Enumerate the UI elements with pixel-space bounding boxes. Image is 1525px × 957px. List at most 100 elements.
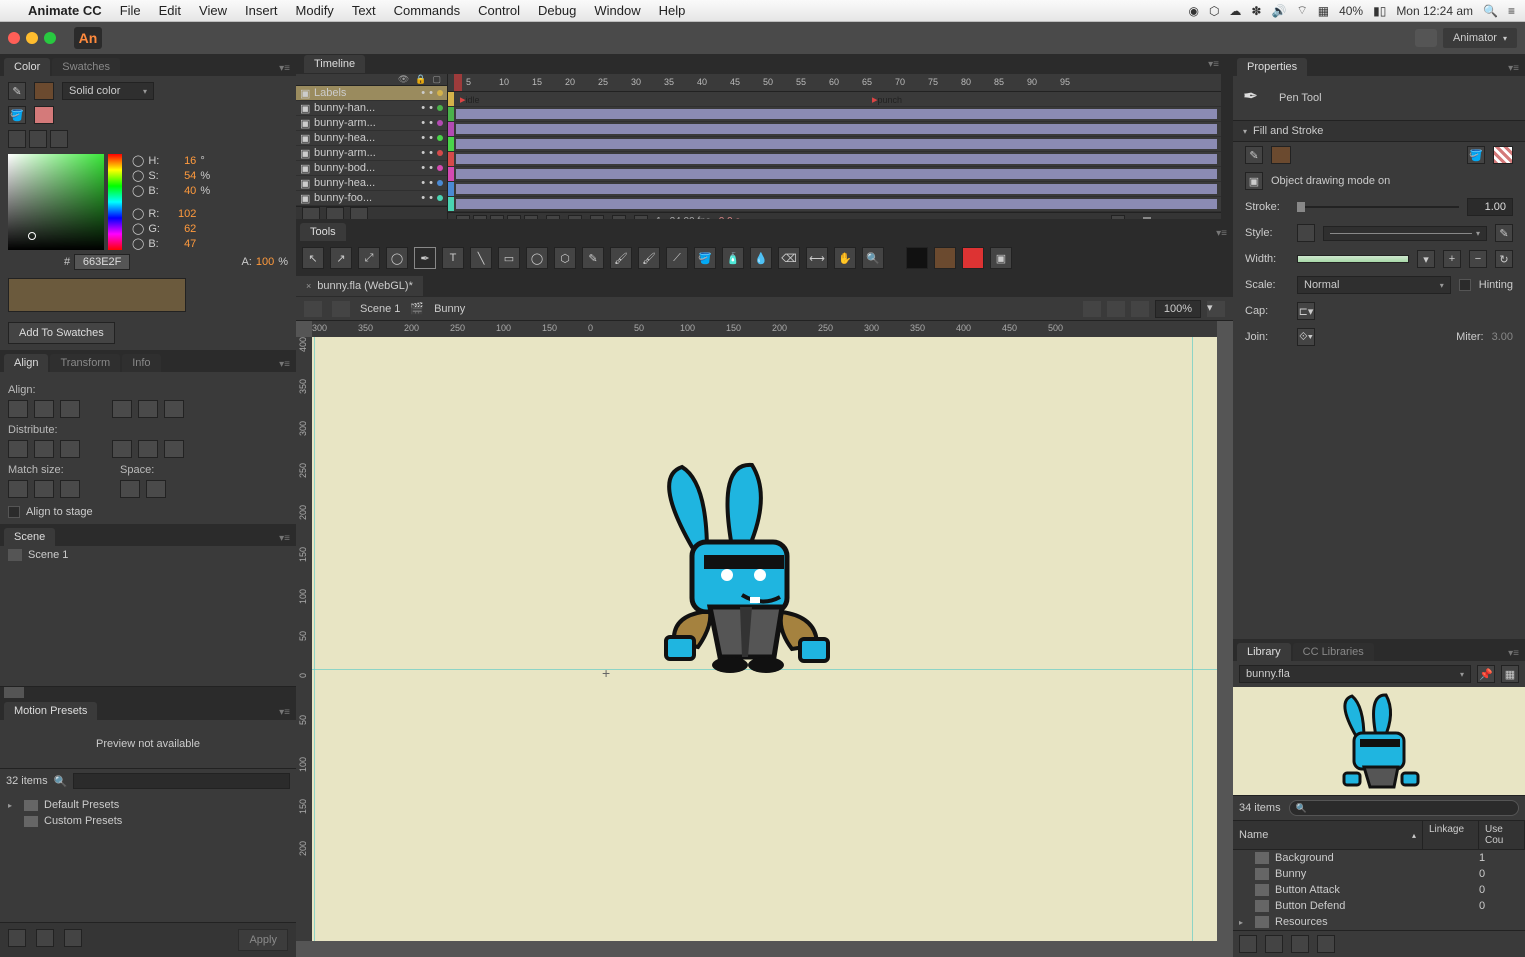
app-menu[interactable]: Animate CC xyxy=(28,3,102,18)
vertical-ruler[interactable]: 40035030025020015010050050100150200 xyxy=(296,337,312,941)
properties-panel-menu[interactable]: ▾≡ xyxy=(1502,61,1525,76)
control-icon[interactable]: ▦ xyxy=(1318,4,1329,18)
add-to-swatches-button[interactable]: Add To Swatches xyxy=(8,322,115,344)
menu-icon[interactable]: ≡ xyxy=(1508,4,1515,18)
scene-scrollbar[interactable] xyxy=(0,686,296,698)
color-type-dropdown[interactable]: Solid color xyxy=(62,82,154,100)
fill-prop-icon[interactable]: 🪣 xyxy=(1467,146,1485,164)
loop-icon[interactable] xyxy=(546,215,560,220)
dist-top-icon[interactable] xyxy=(8,440,28,458)
markers-icon[interactable] xyxy=(634,215,648,220)
edit-multi-icon[interactable] xyxy=(612,215,626,220)
timeline-track[interactable] xyxy=(448,152,1221,167)
timeline-track[interactable] xyxy=(448,107,1221,122)
library-col-name[interactable]: Name▴ xyxy=(1233,821,1423,849)
fill-prop-swatch[interactable] xyxy=(1493,146,1513,164)
bri-value[interactable]: 40 xyxy=(166,185,196,197)
close-tab-icon[interactable]: × xyxy=(306,281,311,291)
dist-right-icon[interactable] xyxy=(164,440,184,458)
space-v-icon[interactable] xyxy=(120,480,140,498)
tab-swatches[interactable]: Swatches xyxy=(52,58,120,76)
lasso-tool-icon[interactable]: ◯ xyxy=(386,247,408,269)
wifi-icon[interactable]: ⌔ xyxy=(1296,3,1307,18)
align-bottom-icon[interactable] xyxy=(164,400,184,418)
fill-color-tool[interactable] xyxy=(934,247,956,269)
step-back-icon[interactable] xyxy=(473,215,487,220)
swap-colors-icon[interactable] xyxy=(50,130,68,148)
dist-bottom-icon[interactable] xyxy=(60,440,80,458)
align-right-icon[interactable] xyxy=(60,400,80,418)
stage-color-icon[interactable] xyxy=(1107,301,1125,317)
symbol-properties-icon[interactable] xyxy=(1291,935,1309,953)
timeline-layer[interactable]: ▣Labels•• xyxy=(296,86,447,101)
dist-left-icon[interactable] xyxy=(112,440,132,458)
onion-outline-icon[interactable] xyxy=(590,215,604,220)
menu-edit[interactable]: Edit xyxy=(159,3,181,18)
tab-properties[interactable]: Properties xyxy=(1237,58,1307,76)
tab-info[interactable]: Info xyxy=(122,354,160,372)
hex-input[interactable] xyxy=(74,254,130,270)
match-height-icon[interactable] xyxy=(34,480,54,498)
back-icon[interactable] xyxy=(304,301,322,317)
preset-search-input[interactable] xyxy=(73,773,290,789)
cloud-icon[interactable]: ☁ xyxy=(1229,4,1241,18)
zoom-level[interactable]: 100% xyxy=(1155,300,1201,318)
guide-line[interactable] xyxy=(1192,337,1193,941)
fill-color-icon[interactable]: 🪣 xyxy=(8,106,26,124)
align-hcenter-icon[interactable] xyxy=(34,400,54,418)
preset-folder-custom[interactable]: Custom Presets xyxy=(8,813,288,829)
no-color-icon[interactable] xyxy=(29,130,47,148)
guide-line[interactable] xyxy=(314,337,315,941)
timeline-layer[interactable]: ▣bunny-foo...•• xyxy=(296,191,447,206)
align-vcenter-icon[interactable] xyxy=(138,400,158,418)
workspace-switcher[interactable]: Animator▾ xyxy=(1443,28,1517,48)
swap-color-tool[interactable] xyxy=(962,247,984,269)
timeline-track[interactable] xyxy=(448,137,1221,152)
library-item[interactable]: ▸Resources xyxy=(1233,914,1525,930)
timeline-panel-menu[interactable]: ▾≡ xyxy=(1202,57,1225,72)
align-stage-checkbox[interactable] xyxy=(8,506,20,518)
center-stage-icon[interactable] xyxy=(1131,301,1149,317)
width-remove-icon[interactable]: − xyxy=(1469,250,1487,268)
pen-tool-icon[interactable]: ✒ xyxy=(414,247,436,269)
library-item[interactable]: Button Attack0 xyxy=(1233,882,1525,898)
tab-timeline[interactable]: Timeline xyxy=(304,55,365,73)
timeline-layer[interactable]: ▣bunny-bod...•• xyxy=(296,161,447,176)
horizontal-ruler[interactable]: 3003502002501001500501001502002503003504… xyxy=(312,321,1217,337)
tab-color[interactable]: Color xyxy=(4,58,50,76)
text-tool-icon[interactable]: T xyxy=(442,247,464,269)
paint-brush-tool-icon[interactable]: 🖌 xyxy=(638,247,660,269)
timeline-layer[interactable]: ▣bunny-hea...•• xyxy=(296,176,447,191)
tab-library[interactable]: Library xyxy=(1237,643,1291,661)
match-both-icon[interactable] xyxy=(60,480,80,498)
preset-folder-default[interactable]: ▸ Default Presets xyxy=(8,797,288,813)
green-value[interactable]: 62 xyxy=(166,223,196,235)
hue-value[interactable]: 16 xyxy=(166,155,196,167)
match-width-icon[interactable] xyxy=(8,480,28,498)
timeline-layer[interactable]: ▣bunny-hea...•• xyxy=(296,131,447,146)
goto-first-icon[interactable] xyxy=(456,215,470,220)
new-folder-icon[interactable] xyxy=(36,929,54,947)
width-tool-icon[interactable]: ⟷ xyxy=(806,247,828,269)
step-fwd-icon[interactable] xyxy=(507,215,521,220)
style-brush-icon[interactable] xyxy=(1297,224,1315,242)
new-symbol-icon[interactable] xyxy=(1239,935,1257,953)
current-frame[interactable]: 1 xyxy=(656,216,662,219)
timeline-track[interactable] xyxy=(448,197,1221,212)
outline-column-icon[interactable]: ▢ xyxy=(432,74,441,85)
delete-preset-icon[interactable] xyxy=(64,929,82,947)
blue-value[interactable]: 47 xyxy=(166,238,196,250)
menu-debug[interactable]: Debug xyxy=(538,3,576,18)
stroke-swatch[interactable] xyxy=(34,82,54,100)
center-frame-icon[interactable] xyxy=(1111,215,1125,220)
rectangle-tool-icon[interactable]: ▭ xyxy=(498,247,520,269)
dist-vcenter-icon[interactable] xyxy=(34,440,54,458)
timeline-layer[interactable]: ▣bunny-arm...•• xyxy=(296,146,447,161)
crumb-scene[interactable]: Scene 1 xyxy=(360,303,400,315)
black-white-icon[interactable] xyxy=(8,130,26,148)
hue-slider[interactable] xyxy=(108,154,122,250)
goto-last-icon[interactable] xyxy=(524,215,538,220)
lock-column-icon[interactable]: 🔒 xyxy=(415,74,426,85)
selection-tool-icon[interactable]: ↖ xyxy=(302,247,324,269)
stroke-slider[interactable] xyxy=(1297,206,1459,208)
